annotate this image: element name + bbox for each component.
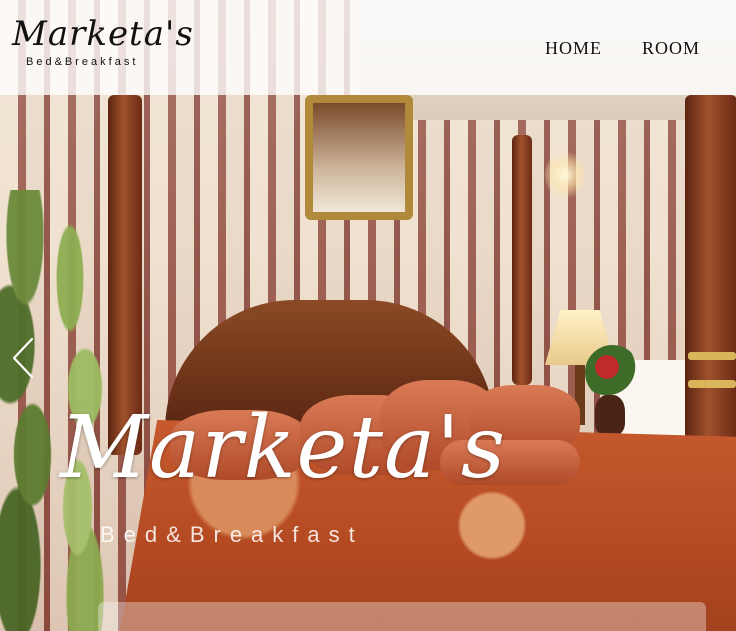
logo[interactable]: Marketa's Bed&Breakfast	[12, 14, 194, 68]
chevron-left-icon[interactable]	[8, 336, 38, 380]
nav-room[interactable]: ROOM	[642, 38, 700, 59]
main-nav: HOME ROOM	[545, 38, 700, 59]
logo-subtitle: Bed&Breakfast	[26, 56, 139, 68]
nav-home[interactable]: HOME	[545, 38, 602, 59]
logo-script: Marketa's	[12, 14, 194, 54]
hero-subtitle: Bed&Breakfast	[100, 522, 364, 547]
wall-sconce	[545, 150, 585, 200]
hero-title: Marketa's	[60, 398, 507, 498]
bed-post-back	[512, 135, 532, 385]
site-header: Marketa's Bed&Breakfast HOME ROOM	[0, 0, 736, 95]
mirror	[305, 95, 413, 220]
slide-caption-panel	[98, 602, 706, 631]
